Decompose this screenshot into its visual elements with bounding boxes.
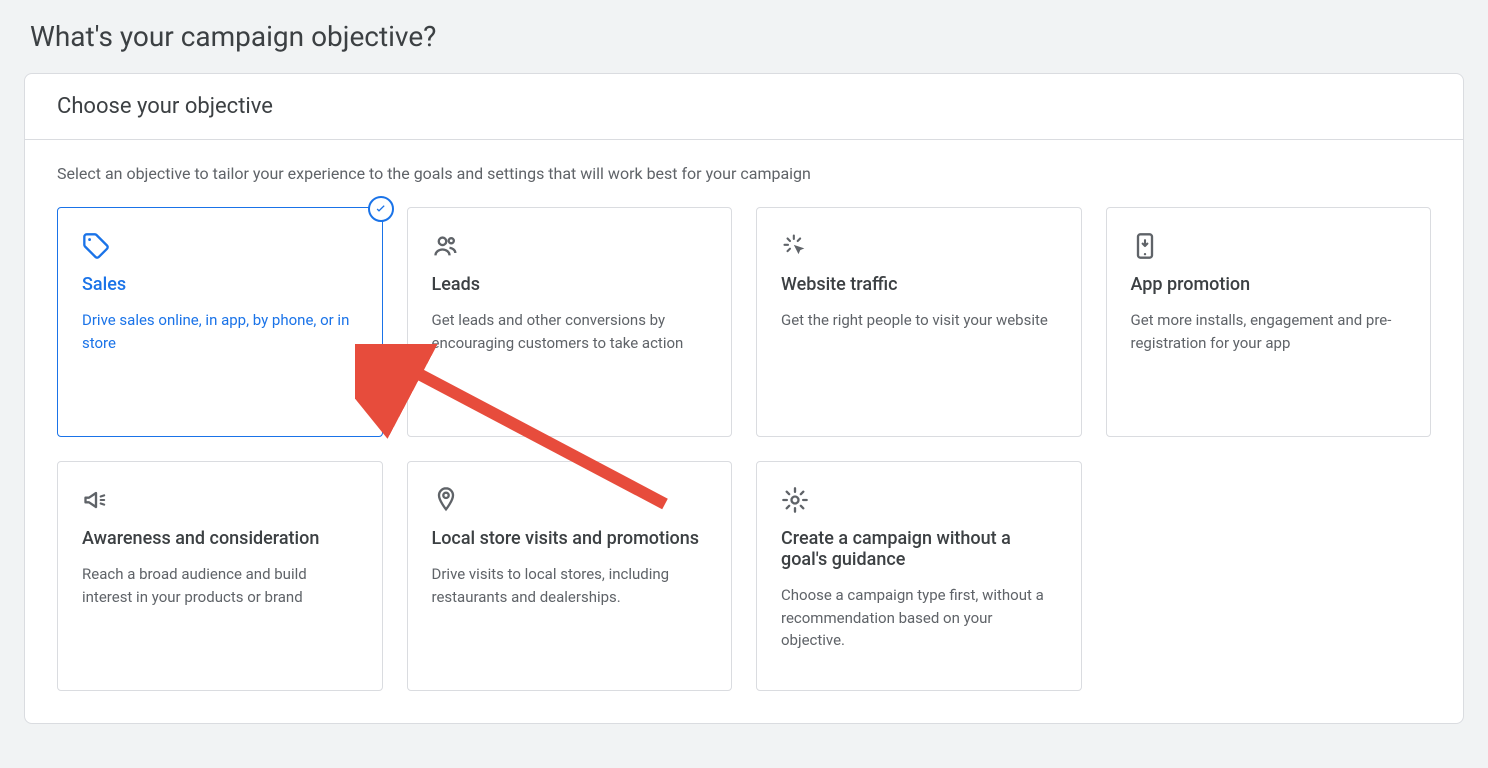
phone-icon bbox=[1131, 232, 1159, 260]
objective-panel: Choose your objective Select an objectiv… bbox=[24, 73, 1464, 724]
check-icon bbox=[368, 196, 394, 222]
objective-title: Sales bbox=[82, 274, 358, 295]
objective-desc: Get leads and other conversions by encou… bbox=[432, 309, 708, 354]
objective-desc: Drive visits to local stores, including … bbox=[432, 563, 708, 608]
objectives-grid: Sales Drive sales online, in app, by pho… bbox=[57, 207, 1431, 691]
click-icon bbox=[781, 232, 809, 260]
people-icon bbox=[432, 232, 460, 260]
page-title: What's your campaign objective? bbox=[0, 0, 1488, 73]
objective-card-app-promotion[interactable]: App promotion Get more installs, engagem… bbox=[1106, 207, 1432, 437]
objective-card-website-traffic[interactable]: Website traffic Get the right people to … bbox=[756, 207, 1082, 437]
panel-header-title: Choose your objective bbox=[57, 94, 1431, 119]
objective-title: Leads bbox=[432, 274, 708, 295]
panel-header: Choose your objective bbox=[25, 74, 1463, 140]
objective-desc: Get more installs, engagement and pre-re… bbox=[1131, 309, 1407, 354]
objective-card-no-goal[interactable]: Create a campaign without a goal's guida… bbox=[756, 461, 1082, 691]
objective-desc: Get the right people to visit your websi… bbox=[781, 309, 1057, 332]
panel-instruction: Select an objective to tailor your exper… bbox=[57, 164, 1431, 183]
megaphone-icon bbox=[82, 486, 110, 514]
tag-icon bbox=[82, 232, 110, 260]
objective-card-awareness[interactable]: Awareness and consideration Reach a broa… bbox=[57, 461, 383, 691]
objective-title: Create a campaign without a goal's guida… bbox=[781, 528, 1057, 570]
objective-title: App promotion bbox=[1131, 274, 1407, 295]
objective-card-leads[interactable]: Leads Get leads and other conversions by… bbox=[407, 207, 733, 437]
objective-desc: Choose a campaign type first, without a … bbox=[781, 584, 1057, 652]
objective-title: Awareness and consideration bbox=[82, 528, 358, 549]
gear-icon bbox=[781, 486, 809, 514]
objective-title: Local store visits and promotions bbox=[432, 528, 708, 549]
objective-desc: Drive sales online, in app, by phone, or… bbox=[82, 309, 358, 354]
pin-icon bbox=[432, 486, 460, 514]
objective-card-local-store[interactable]: Local store visits and promotions Drive … bbox=[407, 461, 733, 691]
objective-desc: Reach a broad audience and build interes… bbox=[82, 563, 358, 608]
objective-card-sales[interactable]: Sales Drive sales online, in app, by pho… bbox=[57, 207, 383, 437]
panel-body: Select an objective to tailor your exper… bbox=[25, 140, 1463, 723]
objective-title: Website traffic bbox=[781, 274, 1057, 295]
